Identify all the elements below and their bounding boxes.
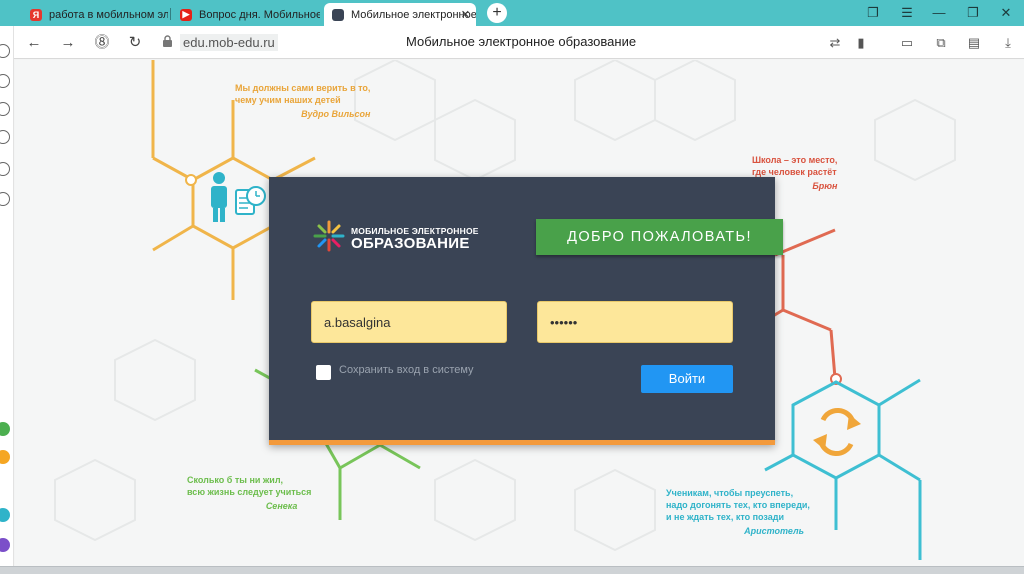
quote-author: Сенека <box>265 501 298 511</box>
lock-icon <box>163 35 172 47</box>
quote-author: Вудро Вильсон <box>301 109 371 119</box>
welcome-banner: ДОБРО ПОЖАЛОВАТЬ! <box>536 219 783 255</box>
sidebar-icon[interactable] <box>0 130 10 144</box>
close-window-icon[interactable]: ✕ <box>996 4 1016 22</box>
tab-title: Вопрос дня. Мобильное э <box>199 8 320 21</box>
battery-icon[interactable]: ▭ <box>897 33 917 53</box>
taskbar <box>0 566 1024 574</box>
protect-icon[interactable]: ⓼ <box>92 33 112 53</box>
collections-icon[interactable]: ❐ <box>863 4 883 22</box>
sidebar-icon[interactable] <box>0 74 10 88</box>
quote-wilson: Мы должны сами верить в то, чему учим на… <box>235 82 370 120</box>
tab-youtube[interactable]: ▶ Вопрос дня. Мобильное э <box>172 3 320 26</box>
tab-mob-edu[interactable]: Мобильное электронное ✕ <box>324 3 476 26</box>
login-button[interactable]: Войти <box>641 365 733 393</box>
back-icon[interactable]: ← <box>24 33 44 53</box>
quote-seneca: Сколько б ты ни жил, всю жизнь следует у… <box>187 474 311 512</box>
yandex-icon: Я <box>30 8 42 21</box>
quote-line: надо догонять тех, кто впереди, <box>666 500 810 510</box>
refresh-arrows-icon <box>813 408 861 456</box>
tab-bar: Я работа в мобильном элек ▶ Вопрос дня. … <box>0 0 1024 26</box>
sidebar-icon[interactable] <box>0 192 10 206</box>
quote-line: и не ждать тех, кто позади <box>666 512 785 522</box>
mob-edu-icon <box>332 8 344 21</box>
tab-separator <box>170 8 171 20</box>
quote-line: где человек растёт <box>752 167 837 177</box>
page-title: Мобильное электронное образование <box>406 34 637 49</box>
quote-author: Брюн <box>812 181 838 191</box>
remember-label: Сохранить вход в систему <box>339 364 474 376</box>
tab-title: работа в мобильном элек <box>49 8 168 21</box>
restore-icon[interactable]: ❐ <box>963 4 983 22</box>
password-input[interactable] <box>537 301 733 343</box>
close-tab-icon[interactable]: ✕ <box>461 8 470 21</box>
login-form: МОБИЛЬНОЕ ЭЛЕКТРОННОЕ ОБРАЗОВАНИЕ ДОБРО … <box>269 177 783 445</box>
minimize-icon[interactable]: — <box>929 4 949 22</box>
quote-line: всю жизнь следует учиться <box>187 487 312 497</box>
remember-checkbox[interactable] <box>316 365 331 380</box>
accent-bar <box>269 440 775 445</box>
quote-author: Аристотель <box>744 526 804 536</box>
forward-icon[interactable]: → <box>58 33 78 53</box>
quote-line: Ученикам, чтобы преуспеть, <box>666 488 794 498</box>
menu-icon[interactable]: ☰ <box>897 4 917 22</box>
reload-icon[interactable]: ↻ <box>125 33 145 53</box>
sidebar-app-icon[interactable] <box>0 508 10 522</box>
new-tab-button[interactable]: + <box>487 3 507 23</box>
quote-line: Мы должны сами верить в то, <box>235 83 371 93</box>
sidebar-icon[interactable] <box>0 162 10 176</box>
teacher-icon <box>211 172 266 222</box>
sidebar-app-icon[interactable] <box>0 422 10 436</box>
tab-title: Мобильное электронное <box>351 8 476 21</box>
quote-aristotle: Ученикам, чтобы преуспеть, надо догонять… <box>666 487 810 537</box>
sidebar-icon[interactable] <box>0 44 10 58</box>
sidebar-app-icon[interactable] <box>0 450 10 464</box>
address-bar[interactable]: edu.mob-edu.ru <box>180 34 278 51</box>
browser-sidebar <box>0 26 14 574</box>
quote-line: чему учим наших детей <box>235 95 341 105</box>
bookmark-icon[interactable]: ▮ <box>851 33 871 53</box>
sidebar-icon[interactable] <box>0 102 10 116</box>
downloads-icon[interactable]: ⤓ <box>998 33 1018 53</box>
quote-line: Сколько б ты ни жил, <box>187 475 284 485</box>
mob-edu-logo-icon <box>313 220 345 252</box>
extensions-icon[interactable]: ⧉ <box>931 33 951 53</box>
logo-text-main: ОБРАЗОВАНИЕ <box>351 235 470 252</box>
youtube-icon: ▶ <box>180 8 192 21</box>
browser-toolbar: ← → ⓼ ↻ edu.mob-edu.ru Мобильное электро… <box>0 26 1024 59</box>
page-content: Мы должны сами верить в то, чему учим на… <box>15 60 1024 566</box>
sidebar-app-icon[interactable] <box>0 538 10 552</box>
translate-icon[interactable]: ⇄ <box>825 33 845 53</box>
quote-line: Школа – это место, <box>752 155 838 165</box>
login-input[interactable] <box>311 301 507 343</box>
tab-yandex[interactable]: Я работа в мобильном элек <box>22 3 168 26</box>
profile-icon[interactable]: ▤ <box>964 33 984 53</box>
